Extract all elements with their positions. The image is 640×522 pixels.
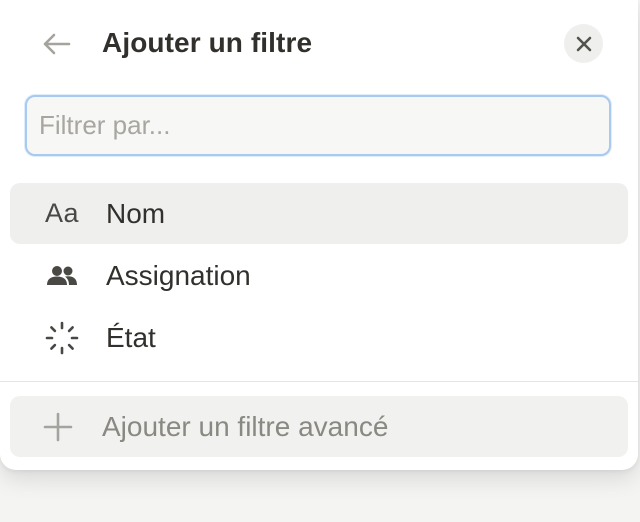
property-label: Nom [106, 198, 166, 229]
people-icon [40, 245, 84, 306]
property-label: État [106, 322, 156, 353]
filter-search-box [25, 95, 611, 156]
property-item-assignation[interactable]: Assignation [10, 245, 628, 306]
property-item-nom[interactable]: Aa Nom [10, 183, 628, 244]
close-button[interactable] [564, 24, 603, 63]
add-filter-popover: Ajouter un filtre Aa Nom [0, 0, 638, 470]
add-advanced-filter-button[interactable]: Ajouter un filtre avancé [10, 396, 628, 457]
property-item-etat[interactable]: État [10, 307, 628, 368]
plus-icon [38, 396, 78, 457]
arrow-left-icon [43, 33, 71, 55]
text-aa-glyph: Aa [44, 198, 80, 228]
popover-header: Ajouter un filtre [0, 0, 638, 90]
divider [0, 381, 638, 382]
property-label: Assignation [106, 260, 251, 291]
filter-search-input[interactable] [27, 97, 609, 154]
status-spinner-icon [40, 307, 84, 368]
add-advanced-filter-label: Ajouter un filtre avancé [102, 411, 389, 442]
popover-title: Ajouter un filtre [102, 27, 313, 58]
back-button[interactable] [36, 26, 76, 62]
text-aa-icon: Aa [40, 183, 84, 244]
close-icon [576, 36, 591, 51]
